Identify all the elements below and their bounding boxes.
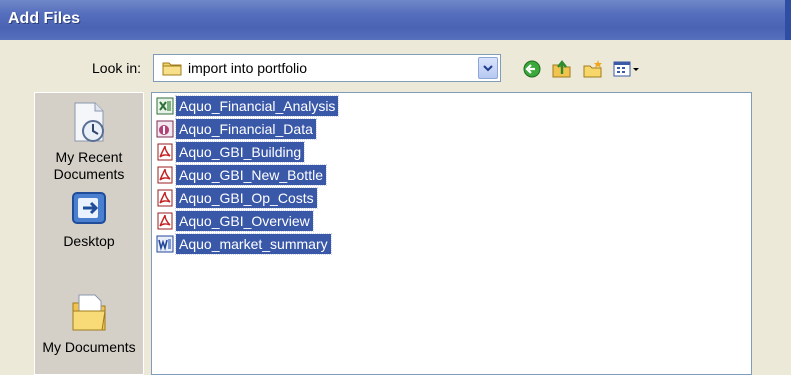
file-name: Aquo_GBI_Building bbox=[174, 141, 306, 163]
back-icon[interactable] bbox=[520, 58, 544, 80]
desktop-icon bbox=[35, 189, 143, 229]
look-in-dropdown[interactable]: import into portfolio bbox=[153, 54, 501, 82]
file-name: Aquo_market_summary bbox=[175, 233, 332, 255]
list-item[interactable]: Aquo_GBI_Building bbox=[156, 141, 306, 163]
excel-file-icon bbox=[156, 97, 174, 115]
folder-icon bbox=[162, 60, 182, 81]
views-menu-icon[interactable] bbox=[612, 58, 642, 80]
file-name: Aquo_Financial_Analysis bbox=[174, 95, 340, 117]
file-list[interactable]: Aquo_Financial_Analysis Aquo_Financial_D… bbox=[151, 92, 752, 375]
place-desktop[interactable]: Desktop bbox=[35, 189, 143, 250]
place-label: Desktop bbox=[63, 233, 115, 249]
pdf-file-icon bbox=[156, 189, 174, 207]
chevron-down-icon[interactable] bbox=[478, 57, 498, 79]
place-label: My Documents bbox=[42, 339, 136, 355]
file-name: Aquo_GBI_Overview bbox=[175, 210, 314, 232]
list-item[interactable]: Aquo_GBI_Op_Costs bbox=[156, 187, 318, 209]
recent-documents-icon bbox=[35, 101, 143, 145]
list-item[interactable]: Aquo_GBI_Overview bbox=[156, 210, 314, 232]
file-name: Aquo_Financial_Data bbox=[175, 118, 317, 140]
place-my-documents[interactable]: My Documents bbox=[35, 289, 143, 356]
look-in-label: Look in: bbox=[92, 60, 142, 76]
title-bar: Add Files bbox=[0, 0, 791, 40]
window-title: Add Files bbox=[8, 10, 81, 27]
list-item[interactable]: Aquo_market_summary bbox=[156, 233, 332, 255]
new-folder-icon[interactable] bbox=[581, 58, 605, 80]
place-my-recent-documents[interactable]: My Recent Documents bbox=[35, 101, 143, 183]
look-in-value: import into portfolio bbox=[188, 60, 308, 76]
up-folder-icon[interactable] bbox=[550, 58, 574, 80]
my-documents-icon bbox=[35, 289, 143, 335]
access-file-icon bbox=[156, 120, 174, 138]
places-bar: My Recent Documents Desktop My Documents bbox=[34, 92, 144, 375]
list-item[interactable]: Aquo_Financial_Data bbox=[156, 118, 317, 140]
list-item[interactable]: Aquo_GBI_New_Bottle bbox=[156, 164, 327, 186]
pdf-file-icon bbox=[156, 166, 174, 184]
place-label: My Recent Documents bbox=[53, 149, 125, 182]
pdf-file-icon bbox=[156, 212, 174, 230]
file-name: Aquo_GBI_Op_Costs bbox=[175, 187, 318, 209]
word-file-icon bbox=[156, 235, 174, 253]
file-name: Aquo_GBI_New_Bottle bbox=[175, 164, 327, 186]
pdf-file-icon bbox=[156, 143, 174, 161]
list-item[interactable]: Aquo_Financial_Analysis bbox=[156, 95, 340, 117]
